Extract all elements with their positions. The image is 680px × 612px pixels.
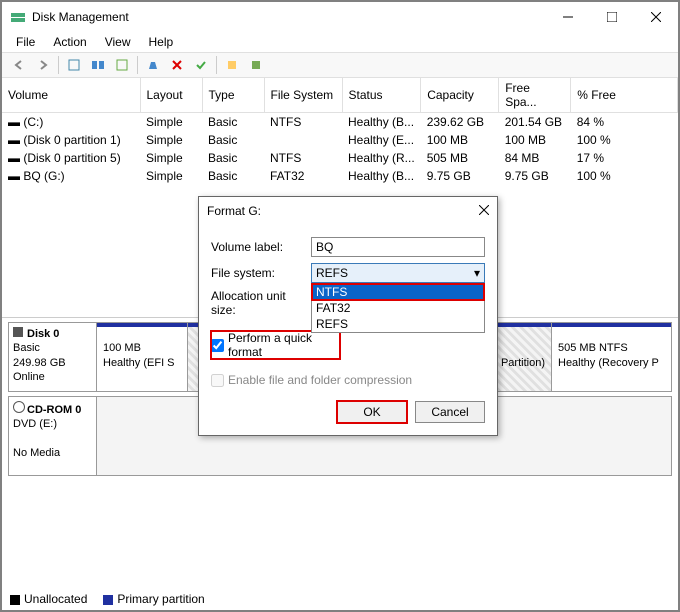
col-layout[interactable]: Layout bbox=[140, 78, 202, 113]
back-icon[interactable] bbox=[8, 54, 30, 76]
menu-action[interactable]: Action bbox=[45, 33, 94, 51]
table-row[interactable]: ▬ (Disk 0 partition 1)SimpleBasicHealthy… bbox=[2, 131, 678, 149]
ok-button[interactable]: OK bbox=[337, 401, 407, 423]
col-fs[interactable]: File System bbox=[264, 78, 342, 113]
option-ntfs[interactable]: NTFS bbox=[312, 284, 484, 300]
dialog-title: Format G: bbox=[207, 204, 261, 218]
table-row[interactable]: ▬ (C:)SimpleBasicNTFSHealthy (B...239.62… bbox=[2, 113, 678, 132]
forward-icon[interactable] bbox=[32, 54, 54, 76]
menubar: File Action View Help bbox=[2, 32, 678, 52]
tool-icon[interactable] bbox=[111, 54, 133, 76]
legend-swatch bbox=[103, 595, 113, 605]
tool-icon[interactable] bbox=[142, 54, 164, 76]
check-icon[interactable] bbox=[190, 54, 212, 76]
tool-icon[interactable] bbox=[245, 54, 267, 76]
format-dialog: Format G: Volume label: File system: REF… bbox=[198, 196, 498, 436]
col-pct[interactable]: % Free bbox=[571, 78, 678, 113]
menu-view[interactable]: View bbox=[97, 33, 139, 51]
quick-format-checkbox[interactable]: Perform a quick format bbox=[211, 331, 340, 359]
window-title: Disk Management bbox=[32, 10, 546, 24]
menu-file[interactable]: File bbox=[8, 33, 43, 51]
quick-format-box[interactable] bbox=[211, 339, 224, 352]
minimize-button[interactable] bbox=[546, 2, 590, 32]
legend: Unallocated Primary partition bbox=[10, 592, 205, 606]
allocation-label: Allocation unit size: bbox=[211, 289, 311, 317]
disk-header[interactable]: CD-ROM 0 DVD (E:) No Media bbox=[9, 397, 97, 475]
delete-icon[interactable] bbox=[166, 54, 188, 76]
table-row[interactable]: ▬ (Disk 0 partition 5)SimpleBasicNTFSHea… bbox=[2, 149, 678, 167]
disk-icon bbox=[13, 327, 23, 337]
chevron-down-icon: ▾ bbox=[474, 266, 480, 280]
partition[interactable]: 100 MBHealthy (EFI S bbox=[97, 323, 187, 391]
partition[interactable]: 505 MB NTFSHealthy (Recovery P bbox=[551, 323, 671, 391]
titlebar: Disk Management bbox=[2, 2, 678, 32]
app-icon bbox=[10, 9, 26, 25]
toolbar bbox=[2, 52, 678, 78]
col-free[interactable]: Free Spa... bbox=[499, 78, 571, 113]
compression-checkbox: Enable file and folder compression bbox=[211, 373, 485, 387]
filesystem-dropdown: NTFS FAT32 REFS bbox=[311, 283, 485, 333]
close-button[interactable] bbox=[634, 2, 678, 32]
volume-label-label: Volume label: bbox=[211, 240, 311, 254]
compression-box bbox=[211, 374, 224, 387]
col-status[interactable]: Status bbox=[342, 78, 421, 113]
tool-icon[interactable] bbox=[221, 54, 243, 76]
cdrom-icon bbox=[13, 401, 25, 413]
filesystem-label: File system: bbox=[211, 266, 311, 280]
option-fat32[interactable]: FAT32 bbox=[312, 300, 484, 316]
table-row[interactable]: ▬ BQ (G:)SimpleBasicFAT32Healthy (B...9.… bbox=[2, 167, 678, 185]
maximize-button[interactable] bbox=[590, 2, 634, 32]
legend-swatch bbox=[10, 595, 20, 605]
col-volume[interactable]: Volume bbox=[2, 78, 140, 113]
disk-header[interactable]: Disk 0 Basic 249.98 GB Online bbox=[9, 323, 97, 391]
close-icon[interactable] bbox=[479, 204, 489, 218]
cancel-button[interactable]: Cancel bbox=[415, 401, 485, 423]
filesystem-select[interactable]: REFS▾ NTFS FAT32 REFS bbox=[311, 263, 485, 283]
option-refs[interactable]: REFS bbox=[312, 316, 484, 332]
col-type[interactable]: Type bbox=[202, 78, 264, 113]
menu-help[interactable]: Help bbox=[141, 33, 182, 51]
tool-icon[interactable] bbox=[87, 54, 109, 76]
volume-label-input[interactable] bbox=[311, 237, 485, 257]
col-capacity[interactable]: Capacity bbox=[421, 78, 499, 113]
tool-icon[interactable] bbox=[63, 54, 85, 76]
